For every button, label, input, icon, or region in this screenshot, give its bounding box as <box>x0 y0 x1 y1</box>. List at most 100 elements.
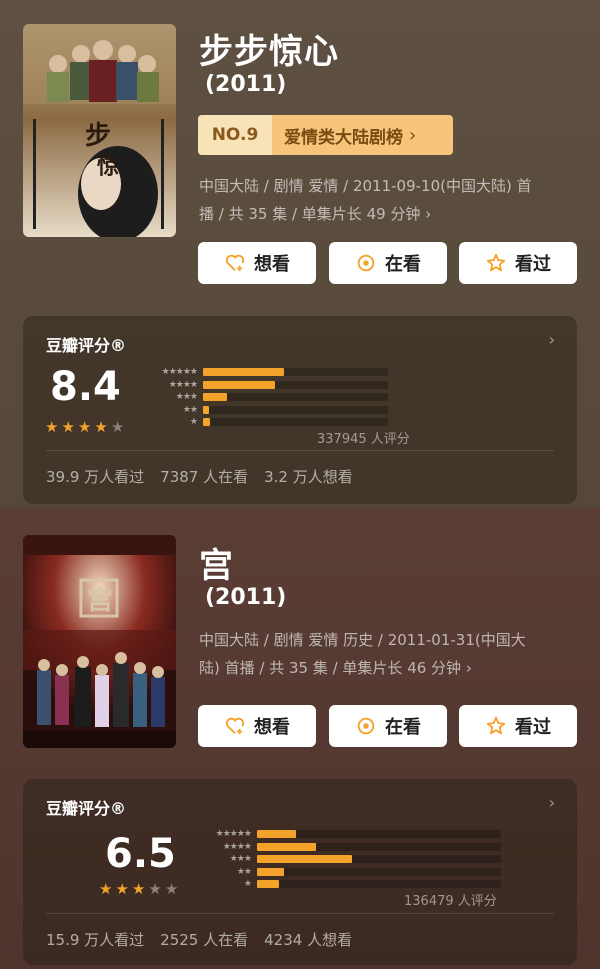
meta-line: 陆) 首播 / 共 35 集 / 单集片长 46 分钟 › <box>199 659 472 677</box>
rating-label: 豆瓣评分® <box>46 799 127 818</box>
rating-stars: ★ ★ ★ ★ ★ <box>99 882 178 897</box>
histogram-row-label: ★★★ <box>229 854 252 864</box>
watched-count[interactable]: 15.9 万人看过 <box>46 929 144 950</box>
rank-label: 爱情类大陆剧榜 <box>284 127 403 148</box>
watching-label: 在看 <box>385 717 421 738</box>
histogram-row-label: ★★★★ <box>168 379 198 390</box>
histogram-bar <box>257 867 284 876</box>
rank-number: NO.9 <box>198 115 272 155</box>
rating-histogram <box>203 368 388 431</box>
histogram-bar <box>257 855 353 863</box>
rank-badge[interactable]: NO.9 爱情类大陆剧榜 › <box>198 115 453 155</box>
watched-count[interactable]: 39.9 万人看过 <box>46 466 144 487</box>
watched-button[interactable]: 看过 <box>459 705 577 747</box>
rating-star: ★ <box>45 418 59 436</box>
meta-line: 播 / 共 35 集 / 单集片长 49 分钟 › <box>199 205 432 223</box>
chevron-right-icon: › <box>409 124 417 146</box>
want-button[interactable]: 想看 <box>198 705 316 747</box>
histogram-bar <box>203 405 209 414</box>
want-label: 想看 <box>254 254 290 275</box>
histogram-row-label: ★ <box>243 879 252 889</box>
histogram-bar <box>257 880 279 888</box>
watched-button[interactable]: 看过 <box>459 242 577 284</box>
rating-star: ★ <box>99 880 113 898</box>
svg-text:步: 步 <box>85 120 111 151</box>
histogram-labels: ★★★★★ ★★★★ ★★★ ★★ ★ <box>139 366 198 429</box>
histogram-bar-track <box>203 418 388 426</box>
rating-star: ★ <box>94 418 108 436</box>
watch-stats: 39.9 万人看过 7387 人在看 3.2 万人想看 <box>46 466 353 487</box>
target-icon <box>357 717 375 735</box>
want-button[interactable]: 想看 <box>198 242 316 284</box>
histogram-bar <box>203 418 211 426</box>
svg-text:惊: 惊 <box>97 154 119 180</box>
want-count[interactable]: 4234 人想看 <box>264 929 352 950</box>
histogram-bar <box>203 368 285 376</box>
want-label: 想看 <box>254 717 290 738</box>
histogram-bar <box>257 842 316 851</box>
watched-label: 看过 <box>515 254 551 275</box>
watching-count[interactable]: 7387 人在看 <box>160 466 248 487</box>
meta-line: 中国大陆 / 剧情 爱情 / 2011-09-10(中国大陆) 首 <box>199 177 532 195</box>
rating-star: ★ <box>61 418 75 436</box>
drama-year: (2011) <box>205 585 287 610</box>
rating-score: 6.5 <box>105 831 176 877</box>
histogram-row-label: ★ <box>189 417 198 427</box>
histogram-bar <box>203 393 228 401</box>
meta-line: 中国大陆 / 剧情 爱情 历史 / 2011-01-31(中国大 <box>199 631 526 649</box>
histogram-row-label: ★★ <box>236 866 252 877</box>
star-outline-icon <box>486 253 506 272</box>
histogram-bar-track <box>257 880 501 888</box>
heart-plus-icon <box>225 717 245 735</box>
histogram-row-label: ★★★★★ <box>161 367 198 377</box>
histogram-bar <box>203 380 276 389</box>
rating-stars: ★ ★ ★ ★ ★ <box>45 420 124 435</box>
target-icon <box>357 254 375 272</box>
watching-button[interactable]: 在看 <box>329 705 447 747</box>
want-count[interactable]: 3.2 万人想看 <box>264 466 353 487</box>
rating-star: ★ <box>131 880 146 898</box>
histogram-bar-track <box>257 842 501 851</box>
heart-plus-icon <box>225 254 245 272</box>
rating-histogram <box>257 830 501 893</box>
histogram-bar-track <box>203 405 388 414</box>
rating-star: ★ <box>77 418 92 436</box>
histogram-row-label: ★★★ <box>175 392 198 402</box>
rating-star: ★ <box>115 880 129 898</box>
watched-label: 看过 <box>515 717 551 738</box>
rating-star: ★ <box>164 880 179 898</box>
histogram-row-label: ★★★★ <box>222 841 252 852</box>
drama-meta[interactable]: 中国大陆 / 剧情 爱情 / 2011-09-10(中国大陆) 首 播 / 共 … <box>199 172 584 228</box>
rating-label: 豆瓣评分® <box>46 336 127 355</box>
histogram-bar-track <box>203 380 388 389</box>
drama-title: 步步惊心 <box>199 32 339 72</box>
histogram-bar-track <box>257 867 501 876</box>
divider <box>46 913 554 914</box>
rating-score: 8.4 <box>50 364 121 410</box>
histogram-bar-track <box>257 855 501 863</box>
divider <box>46 450 554 451</box>
poster-image[interactable]: 步 惊 <box>23 24 176 237</box>
watching-button[interactable]: 在看 <box>329 242 447 284</box>
watching-label: 在看 <box>385 254 421 275</box>
drama-section-1: 步 惊 步步惊心 (2011) NO.9 爱情类大陆剧榜 › 中国大陆 / 剧情… <box>0 0 600 508</box>
drama-title: 宫 <box>199 546 234 586</box>
histogram-row-label: ★★ <box>182 404 198 415</box>
histogram-bar-track <box>203 393 388 401</box>
rating-card[interactable]: 豆瓣评分® › 8.4 ★ ★ ★ ★ ★ ★★★★★ ★★★★ ★★★ ★★ ★ 337945… <box>23 316 577 504</box>
rating-count: 337945 人评分 <box>317 432 410 447</box>
chevron-right-icon[interactable]: › <box>549 793 555 812</box>
rating-star: ★ <box>110 418 125 436</box>
histogram-bar-track <box>203 368 388 376</box>
histogram-bar-track <box>257 830 501 838</box>
svg-text:宫: 宫 <box>87 585 113 616</box>
drama-meta[interactable]: 中国大陆 / 剧情 爱情 历史 / 2011-01-31(中国大 陆) 首播 /… <box>199 626 584 682</box>
watch-stats: 15.9 万人看过 2525 人在看 4234 人想看 <box>46 929 352 950</box>
star-outline-icon <box>486 716 506 735</box>
drama-year: (2011) <box>205 72 287 97</box>
histogram-labels: ★★★★★ ★★★★ ★★★ ★★ ★ <box>193 828 252 891</box>
rating-card[interactable]: 豆瓣评分® › 6.5 ★ ★ ★ ★ ★ ★★★★★ ★★★★ ★★★ ★★ ★ 136479… <box>23 779 577 965</box>
poster-image[interactable]: 宫 <box>23 535 176 748</box>
watching-count[interactable]: 2525 人在看 <box>160 929 248 950</box>
chevron-right-icon[interactable]: › <box>549 330 555 349</box>
